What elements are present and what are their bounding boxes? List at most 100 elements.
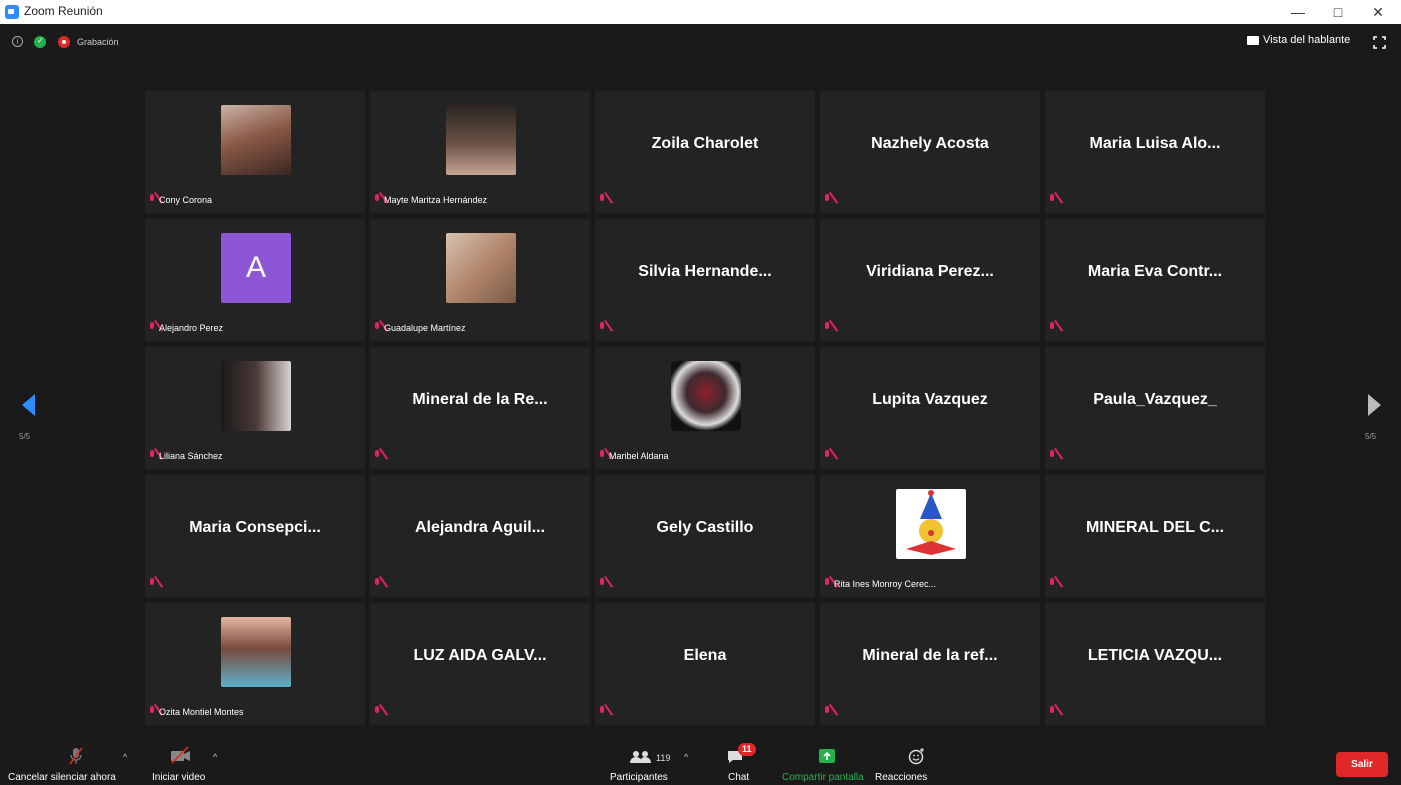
video-options-caret-icon[interactable]: ^ [213, 752, 217, 762]
participant-tile[interactable]: MINERAL DEL C... [1045, 475, 1265, 597]
participant-photo [446, 105, 516, 175]
participant-photo [221, 105, 291, 175]
participant-tile[interactable]: Liliana Sánchez [145, 347, 365, 469]
participant-photo [221, 361, 291, 431]
participant-name: Silvia Hernande... [638, 263, 772, 280]
muted-mic-icon [149, 578, 155, 589]
reactions-icon [908, 748, 924, 765]
participant-tile[interactable]: Lupita Vazquez [820, 347, 1040, 469]
leave-meeting-button[interactable]: Salir [1336, 752, 1388, 777]
participant-name: Mineral de la ref... [862, 647, 998, 664]
unmute-button[interactable]: Cancelar silenciar ahora [8, 740, 133, 785]
participant-tile[interactable]: Zoila Charolet [595, 91, 815, 213]
participant-tile[interactable]: Maria Luisa Alo... [1045, 91, 1265, 213]
chat-button[interactable]: 11 Chat [718, 740, 758, 785]
participant-tile[interactable]: A Alejandro Perez [145, 219, 365, 341]
reactions-button[interactable]: Reacciones [875, 740, 945, 785]
participant-name: Mineral de la Re... [412, 391, 548, 408]
participants-caret-icon[interactable]: ^ [684, 752, 688, 762]
participant-name-label: Rita Ines Monroy Cerec... [834, 579, 937, 589]
start-video-label: Iniciar video [152, 772, 206, 783]
reactions-label: Reacciones [875, 772, 928, 783]
participant-tile[interactable]: Maribel Aldana [595, 347, 815, 469]
page-indicator-right: 5/5 [1365, 432, 1377, 441]
participant-name: Lupita Vazquez [872, 391, 988, 408]
participant-tile[interactable]: Maria Consepci... [145, 475, 365, 597]
participant-tile[interactable]: Mineral de la Re... [370, 347, 590, 469]
page-indicator-left: 5/5 [19, 432, 31, 441]
participant-tile[interactable]: Nazhely Acosta [820, 91, 1040, 213]
muted-mic-icon [1049, 706, 1055, 717]
participants-count: 119 [656, 753, 671, 763]
muted-mic-icon [374, 578, 380, 589]
participant-name: Zoila Charolet [651, 135, 759, 152]
recording-label: Grabación [77, 37, 119, 47]
participant-name-label: Liliana Sánchez [159, 451, 223, 461]
muted-mic-icon [824, 450, 830, 461]
share-screen-icon [819, 749, 835, 763]
participant-tile[interactable]: Rita Ines Monroy Cerec... [820, 475, 1040, 597]
next-page-arrow-icon[interactable] [1368, 394, 1381, 416]
participant-name-label: Alejandro Perez [159, 323, 224, 333]
maximize-button[interactable]: □ [1318, 0, 1358, 24]
audio-options-caret-icon[interactable]: ^ [123, 752, 127, 762]
recording-icon[interactable] [58, 36, 70, 48]
close-button[interactable]: ✕ [1358, 0, 1398, 24]
fullscreen-icon[interactable] [1373, 36, 1386, 49]
muted-mic-icon [1049, 322, 1055, 333]
participant-tile[interactable]: Viridiana Perez... [820, 219, 1040, 341]
minimize-button[interactable]: — [1278, 0, 1318, 24]
participant-name: Maria Luisa Alo... [1089, 135, 1221, 152]
muted-mic-icon [599, 322, 605, 333]
participant-tile[interactable]: Mayte Maritza Hernández [370, 91, 590, 213]
participant-tile[interactable]: Elena [595, 603, 815, 725]
muted-mic-icon [599, 194, 605, 205]
participant-tile[interactable]: Alejandra Aguil... [370, 475, 590, 597]
participant-name-label: Guadalupe Martínez [384, 323, 466, 333]
muted-mic-icon [1049, 578, 1055, 589]
participant-name-label: Mayte Maritza Hernández [384, 195, 488, 205]
participant-name: Maria Consepci... [189, 519, 321, 536]
title-bar: Zoom Reunión — □ ✕ [0, 0, 1401, 24]
start-video-button[interactable]: Iniciar video [152, 740, 222, 785]
muted-mic-icon [149, 706, 155, 717]
participant-name: MINERAL DEL C... [1085, 519, 1225, 536]
participant-tile[interactable]: LETICIA VAZQU... [1045, 603, 1265, 725]
participant-tile[interactable]: Cony Corona [145, 91, 365, 213]
chat-unread-badge: 11 [738, 743, 756, 756]
participant-tile[interactable]: Silvia Hernande... [595, 219, 815, 341]
participant-name: Alejandra Aguil... [414, 519, 546, 536]
participants-label: Participantes [610, 772, 668, 783]
participant-tile[interactable]: Maria Eva Contr... [1045, 219, 1265, 341]
participant-tile[interactable]: Gely Castillo [595, 475, 815, 597]
participant-tile[interactable]: Mineral de la ref... [820, 603, 1040, 725]
participant-name: LETICIA VAZQU... [1087, 647, 1223, 664]
participant-tile[interactable]: Ozita Montiel Montes [145, 603, 365, 725]
participant-tile[interactable]: Paula_Vazquez_ [1045, 347, 1265, 469]
speaker-view-button[interactable]: Vista del hablante [1247, 34, 1350, 46]
participant-name-label: Maribel Aldana [609, 451, 669, 461]
participant-tile[interactable]: LUZ AIDA GALV... [370, 603, 590, 725]
meeting-toolbar: Cancelar silenciar ahora ^ Iniciar video… [0, 740, 1401, 785]
participant-name: Nazhely Acosta [871, 135, 989, 152]
participant-tile[interactable]: Guadalupe Martínez [370, 219, 590, 341]
info-icon[interactable]: i [12, 36, 23, 47]
share-screen-label: Compartir pantalla [782, 772, 864, 783]
muted-mic-icon [374, 450, 380, 461]
participants-icon [630, 751, 651, 763]
shield-icon[interactable] [34, 36, 46, 48]
share-screen-button[interactable]: Compartir pantalla [782, 740, 877, 785]
previous-page-arrow-icon[interactable] [22, 394, 35, 416]
muted-mic-icon [374, 706, 380, 717]
chat-label: Chat [728, 772, 750, 783]
participant-name: Gely Castillo [656, 519, 754, 536]
participant-photo [221, 617, 291, 687]
unmute-label: Cancelar silenciar ahora [8, 772, 116, 783]
muted-mic-icon [149, 322, 155, 333]
window-title: Zoom Reunión [24, 4, 103, 18]
participant-name: LUZ AIDA GALV... [413, 647, 547, 664]
participants-button[interactable]: 119 Participantes [608, 740, 678, 785]
participant-photo [896, 489, 966, 559]
video-off-icon [171, 746, 190, 764]
muted-mic-icon [149, 194, 155, 205]
